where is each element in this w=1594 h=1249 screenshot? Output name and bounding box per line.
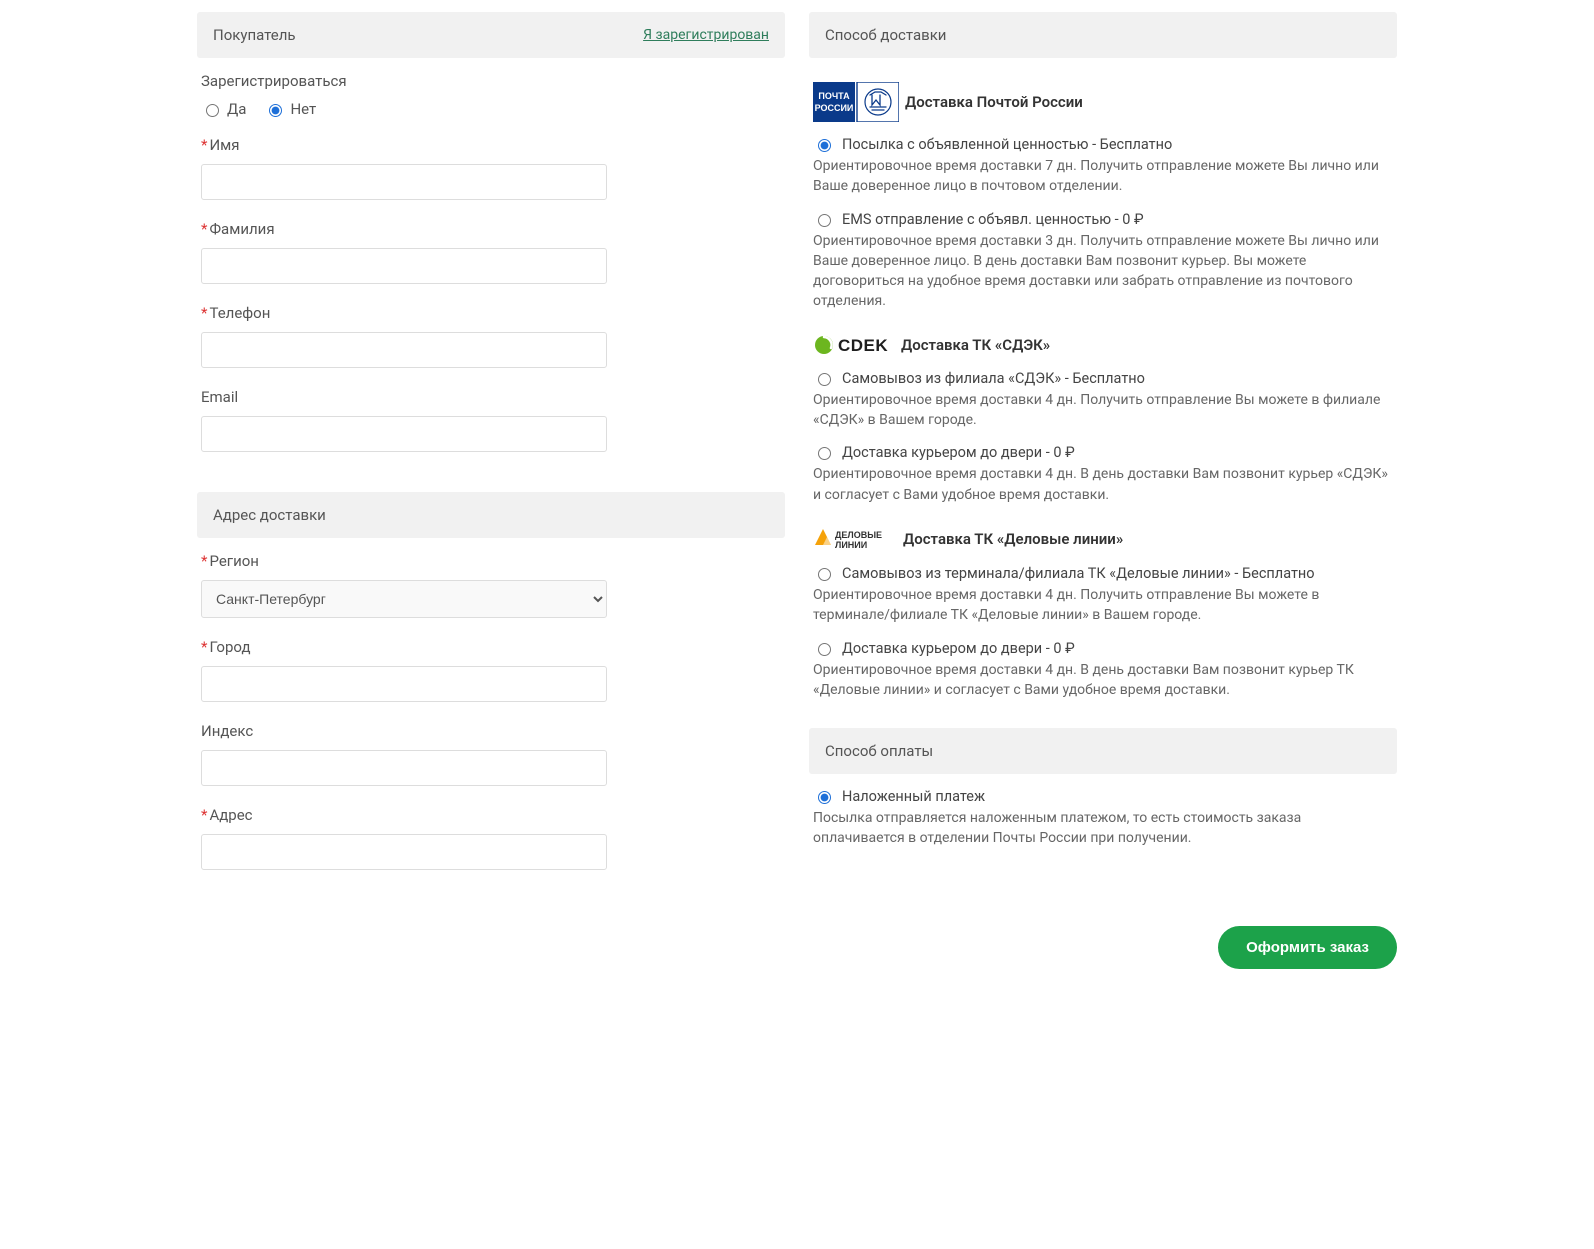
register-title: Зарегистрироваться <box>201 72 781 90</box>
ship-dl-opt2-label: Доставка курьером до двери - 0 ₽ <box>842 640 1075 657</box>
shipping-group-cdek: CDEK Доставка ТК «СДЭК» Самовывоз из фил… <box>813 334 1393 505</box>
index-input[interactable] <box>201 750 607 786</box>
ship-rp-opt1-radio[interactable] <box>818 139 831 152</box>
name-label: *Имя <box>201 136 781 154</box>
register-no-text: Нет <box>290 100 316 118</box>
register-yes-label[interactable]: Да <box>201 100 246 118</box>
region-label-text: Регион <box>209 552 258 570</box>
ship-dl-opt1-radio[interactable] <box>818 568 831 581</box>
ship-cdek-opt1[interactable]: Самовывоз из филиала «СДЭК» - Бесплатно <box>813 370 1393 387</box>
svg-text:ПОЧТА: ПОЧТА <box>818 91 850 101</box>
phone-label-text: Телефон <box>209 304 270 322</box>
phone-input[interactable] <box>201 332 607 368</box>
index-label: Индекс <box>201 722 781 740</box>
email-label: Email <box>201 388 781 406</box>
ship-rp-opt2[interactable]: EMS отправление с объявл. ценностью - 0 … <box>813 211 1393 228</box>
ship-dl-opt1-desc: Ориентировочное время доставки 4 дн. Пол… <box>813 585 1393 626</box>
payment-header-title: Способ оплаты <box>825 742 933 760</box>
ship-rp-opt1-desc: Ориентировочное время доставки 7 дн. Пол… <box>813 156 1393 197</box>
dl-title: Доставка ТК «Деловые линии» <box>903 530 1123 548</box>
register-yes-text: Да <box>227 100 246 118</box>
cdek-icon: CDEK <box>813 334 895 356</box>
payment-opt1[interactable]: Наложенный платеж <box>813 788 1393 805</box>
region-label: *Регион <box>201 552 781 570</box>
shipping-group-dl: ДЕЛОВЫЕ ЛИНИИ Доставка ТК «Деловые линии… <box>813 527 1393 700</box>
surname-label-text: Фамилия <box>209 220 274 238</box>
email-input[interactable] <box>201 416 607 452</box>
shipping-group-russian-post: ПОЧТА РОССИИ Доставка Почтой России <box>813 82 1393 312</box>
submit-order-button[interactable]: Оформить заказ <box>1218 926 1397 969</box>
ship-rp-opt2-desc: Ориентировочное время доставки 3 дн. Пол… <box>813 231 1393 312</box>
svg-text:РОССИИ: РОССИИ <box>815 103 854 113</box>
ship-cdek-opt1-label: Самовывоз из филиала «СДЭК» - Бесплатно <box>842 370 1145 387</box>
ship-cdek-opt2-desc: Ориентировочное время доставки 4 дн. В д… <box>813 464 1393 505</box>
city-label-text: Город <box>209 638 250 656</box>
ship-dl-opt2-radio[interactable] <box>818 643 831 656</box>
city-input[interactable] <box>201 666 607 702</box>
name-label-text: Имя <box>209 136 239 154</box>
register-no-label[interactable]: Нет <box>264 100 316 118</box>
region-select[interactable]: Санкт-Петербург <box>201 580 607 618</box>
russian-post-icon: ПОЧТА РОССИИ <box>813 82 899 122</box>
payment-header: Способ оплаты <box>809 728 1397 774</box>
payment-opt1-desc: Посылка отправляется наложенным платежом… <box>813 808 1393 849</box>
name-input[interactable] <box>201 164 607 200</box>
register-yes-radio[interactable] <box>206 104 219 117</box>
already-registered-link[interactable]: Я зарегистрирован <box>643 27 769 43</box>
ship-dl-opt2-desc: Ориентировочное время доставки 4 дн. В д… <box>813 660 1393 701</box>
address-label-text: Адрес <box>209 806 252 824</box>
address-label: *Адрес <box>201 806 781 824</box>
buyer-header: Покупатель Я зарегистрирован <box>197 12 785 58</box>
svg-text:ДЕЛОВЫЕ: ДЕЛОВЫЕ <box>835 530 882 540</box>
payment-opt1-label: Наложенный платеж <box>842 788 985 805</box>
phone-label: *Телефон <box>201 304 781 322</box>
ship-cdek-opt2-radio[interactable] <box>818 447 831 460</box>
ship-rp-opt2-label: EMS отправление с объявл. ценностью - 0 … <box>842 211 1144 228</box>
shipping-header-title: Способ доставки <box>825 26 946 44</box>
surname-input[interactable] <box>201 248 607 284</box>
ship-rp-opt1-label: Посылка с объявленной ценностью - Беспла… <box>842 136 1172 153</box>
buyer-header-title: Покупатель <box>213 26 296 44</box>
cdek-title: Доставка ТК «СДЭК» <box>901 336 1050 354</box>
delovye-linii-icon: ДЕЛОВЫЕ ЛИНИИ <box>813 527 897 551</box>
svg-text:ЛИНИИ: ЛИНИИ <box>835 540 867 550</box>
ship-rp-opt2-radio[interactable] <box>818 214 831 227</box>
register-no-radio[interactable] <box>269 104 282 117</box>
payment-opt1-radio[interactable] <box>818 791 831 804</box>
ship-cdek-opt1-desc: Ориентировочное время доставки 4 дн. Пол… <box>813 390 1393 431</box>
address-header: Адрес доставки <box>197 492 785 538</box>
register-radio-group: Да Нет <box>201 100 781 118</box>
shipping-header: Способ доставки <box>809 12 1397 58</box>
city-label: *Город <box>201 638 781 656</box>
svg-text:CDEK: CDEK <box>838 336 888 355</box>
address-input[interactable] <box>201 834 607 870</box>
russian-post-title: Доставка Почтой России <box>905 93 1083 111</box>
surname-label: *Фамилия <box>201 220 781 238</box>
ship-dl-opt1[interactable]: Самовывоз из терминала/филиала ТК «Делов… <box>813 565 1393 582</box>
ship-cdek-opt2-label: Доставка курьером до двери - 0 ₽ <box>842 444 1075 461</box>
ship-dl-opt2[interactable]: Доставка курьером до двери - 0 ₽ <box>813 640 1393 657</box>
ship-rp-opt1[interactable]: Посылка с объявленной ценностью - Беспла… <box>813 136 1393 153</box>
ship-cdek-opt1-radio[interactable] <box>818 373 831 386</box>
ship-cdek-opt2[interactable]: Доставка курьером до двери - 0 ₽ <box>813 444 1393 461</box>
address-header-title: Адрес доставки <box>213 506 326 524</box>
ship-dl-opt1-label: Самовывоз из терминала/филиала ТК «Делов… <box>842 565 1315 582</box>
